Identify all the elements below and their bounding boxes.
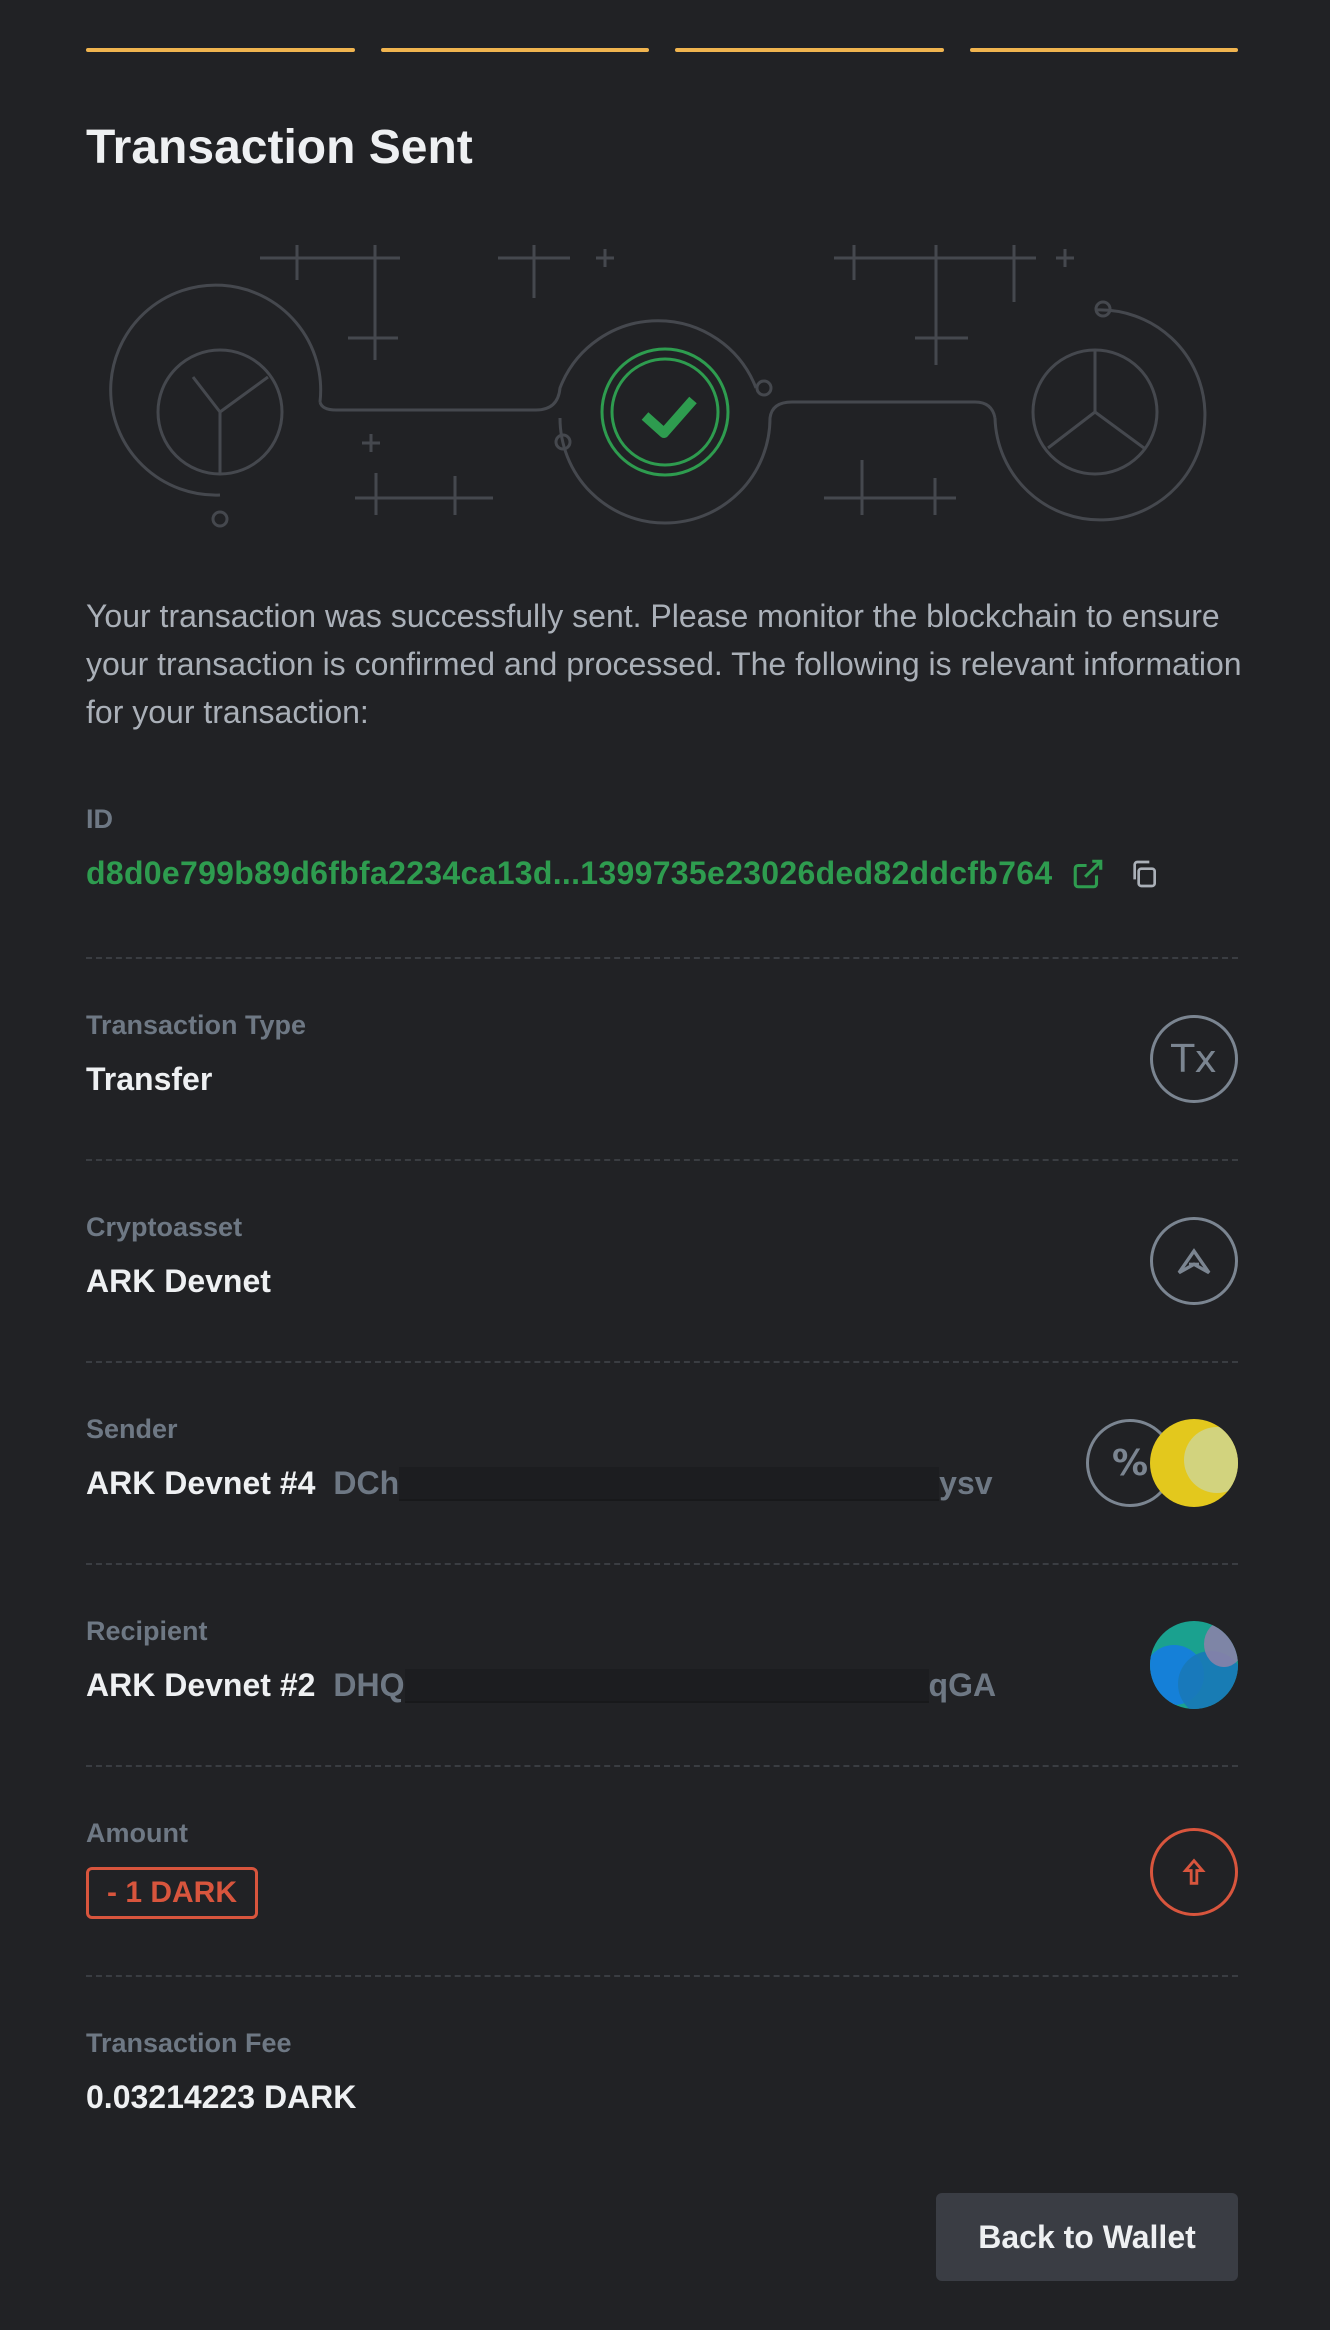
address-mask [404, 1668, 929, 1703]
divider [86, 1361, 1238, 1363]
transaction-id-label: ID [86, 804, 113, 834]
transaction-fee-row: Transaction Fee 0.03214223 DARK [86, 2028, 1238, 2116]
transaction-success-illustration [109, 245, 1207, 528]
transaction-type-value: Transfer [86, 1061, 213, 1097]
tx-icon: Tx [1150, 1015, 1238, 1103]
divider [86, 957, 1238, 959]
divider [86, 1765, 1238, 1767]
address-mask [399, 1466, 940, 1501]
sender-value: ARK Devnet #4 DCh ysv [86, 1465, 1238, 1502]
sent-arrow-icon [1150, 1828, 1238, 1916]
cryptoasset-row: Cryptoasset ARK Devnet [86, 1212, 1238, 1305]
transaction-type-row: Transaction Type Transfer Tx [86, 1010, 1238, 1103]
success-description: Your transaction was successfully sent. … [86, 598, 1242, 730]
divider [86, 1975, 1238, 1977]
amount-badge: - 1 DARK [86, 1867, 259, 1919]
sender-label: Sender [86, 1414, 178, 1444]
step-progress [86, 48, 1238, 52]
sender-address[interactable]: DCh ysv [333, 1465, 992, 1502]
transaction-fee-value: 0.03214223 DARK [86, 2079, 357, 2115]
page-title: Transaction Sent [86, 121, 473, 174]
transaction-id-value-container: d8d0e799b89d6fbfa2234ca13d...1399735e230… [86, 855, 1238, 892]
ark-logo-icon [1150, 1217, 1238, 1305]
transaction-fee-label: Transaction Fee [86, 2028, 292, 2058]
transaction-sent-page: Transaction Sent Your transaction was su… [0, 0, 1330, 2330]
recipient-label: Recipient [86, 1616, 208, 1646]
step-indicator-3 [675, 48, 944, 52]
recipient-address[interactable]: DHQ qGA [333, 1667, 996, 1704]
cryptoasset-value: ARK Devnet [86, 1263, 271, 1299]
sender-row: Sender ARK Devnet #4 DCh ysv % [86, 1414, 1238, 1507]
step-indicator-4 [969, 48, 1238, 52]
back-to-wallet-button[interactable]: Back to Wallet [936, 2193, 1238, 2281]
avatar [1150, 1621, 1238, 1709]
copy-icon[interactable] [1126, 856, 1162, 892]
recipient-value: ARK Devnet #2 DHQ qGA [86, 1667, 1238, 1704]
external-link-icon[interactable] [1070, 856, 1106, 892]
step-indicator-2 [380, 48, 649, 52]
amount-label: Amount [86, 1818, 188, 1848]
divider [86, 1563, 1238, 1565]
amount-row: Amount - 1 DARK [86, 1818, 1238, 1919]
step-indicator-1 [86, 48, 355, 52]
transaction-id-row: ID d8d0e799b89d6fbfa2234ca13d...1399735e… [86, 804, 1238, 892]
sender-wallet-name: ARK Devnet #4 [86, 1465, 316, 1501]
recipient-row: Recipient ARK Devnet #2 DHQ qGA [86, 1616, 1238, 1709]
transaction-id-link[interactable]: d8d0e799b89d6fbfa2234ca13d...1399735e230… [86, 855, 1052, 892]
avatar [1150, 1419, 1238, 1507]
recipient-wallet-name: ARK Devnet #2 [86, 1667, 316, 1703]
cryptoasset-label: Cryptoasset [86, 1212, 243, 1242]
transaction-type-label: Transaction Type [86, 1010, 307, 1040]
divider [86, 1159, 1238, 1161]
